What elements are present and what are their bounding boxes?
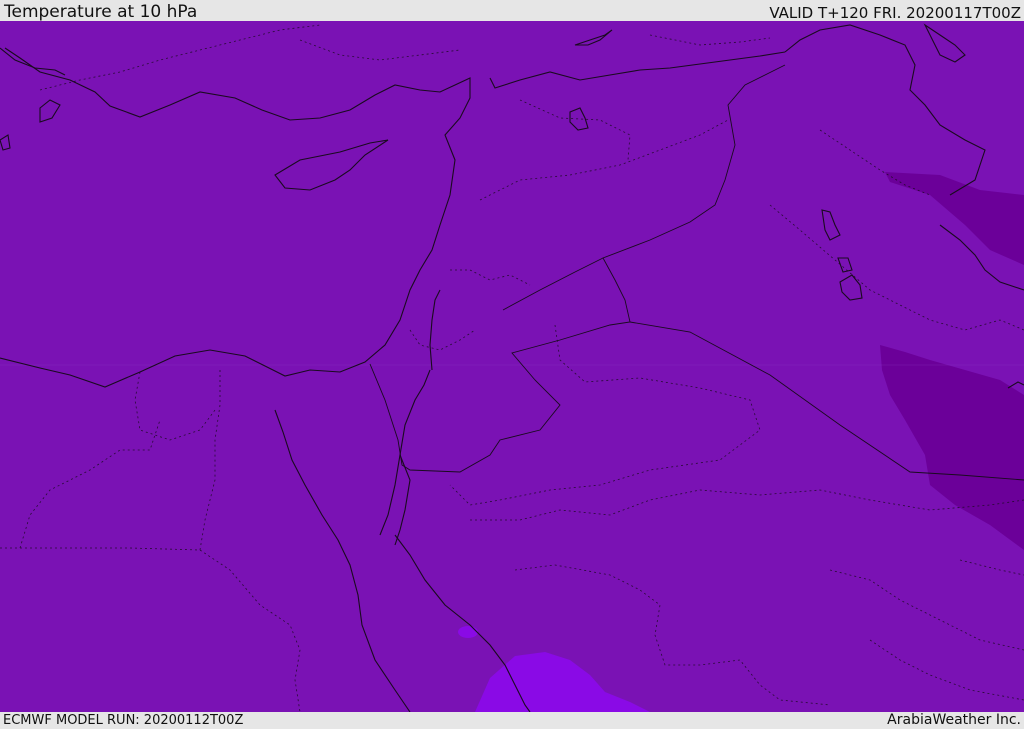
- map-title: Temperature at 10 hPa: [4, 2, 198, 22]
- map-svg: [0, 21, 1024, 712]
- footer-bar: ECMWF MODEL RUN: 20200112T00Z ArabiaWeat…: [0, 712, 1024, 729]
- warm-contour-small: [458, 626, 478, 638]
- temperature-field: [0, 21, 1024, 712]
- header-bar: Temperature at 10 hPa VALID T+120 FRI. 2…: [0, 0, 1024, 22]
- credit-label: ArabiaWeather Inc.: [887, 712, 1021, 728]
- valid-time: VALID T+120 FRI. 20200117T00Z: [769, 4, 1021, 22]
- model-run-label: ECMWF MODEL RUN: 20200112T00Z: [3, 713, 244, 728]
- map-area[interactable]: [0, 21, 1024, 712]
